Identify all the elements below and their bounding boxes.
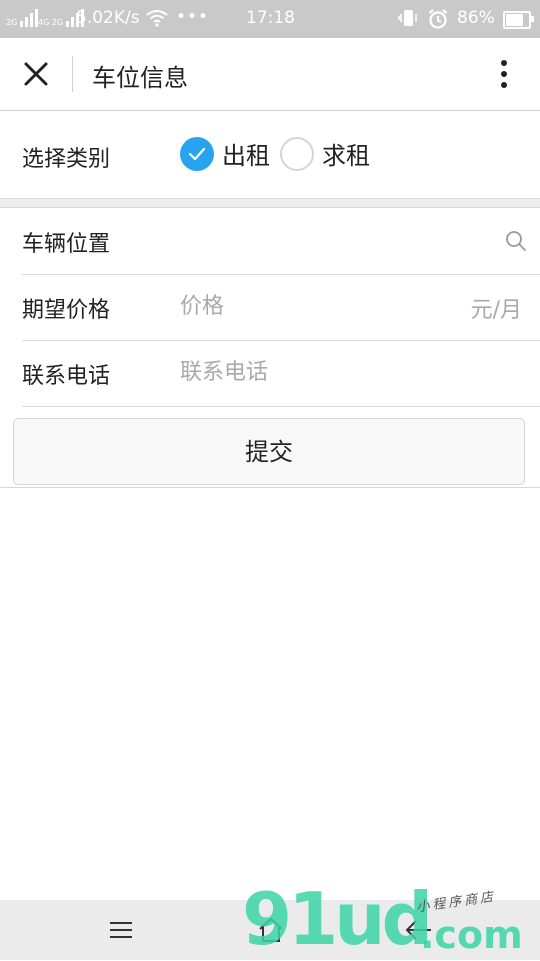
submit-button[interactable]: 提交 xyxy=(13,418,525,485)
radio-circle-checked[interactable] xyxy=(180,136,214,171)
battery-icon xyxy=(503,11,534,29)
watermark-domain: .com xyxy=(420,913,523,957)
content-bottom-divider xyxy=(0,487,540,488)
clock: 17:18 xyxy=(246,8,295,28)
battery-percent: 86% xyxy=(457,8,495,28)
price-input[interactable] xyxy=(180,288,440,324)
checkmark-icon xyxy=(188,147,206,160)
phone-row: 联系电话 xyxy=(22,340,540,407)
section-gap xyxy=(0,199,540,208)
menu-icon xyxy=(110,922,132,938)
navigation-bar: 车位信息 xyxy=(0,38,540,111)
radio-circle-unchecked[interactable] xyxy=(280,136,314,171)
watermark-logo: 91ud 小程序商店 .com xyxy=(242,879,540,960)
price-row: 期望价格 元/月 xyxy=(22,274,540,341)
location-row[interactable]: 车辆位置 xyxy=(22,208,540,275)
navbar-divider xyxy=(72,56,73,92)
more-notifications-icon: ••• xyxy=(176,7,210,27)
vibrate-icon xyxy=(398,8,418,33)
watermark-number: 91ud xyxy=(242,877,433,961)
close-icon xyxy=(24,62,48,86)
phone-input[interactable] xyxy=(180,354,440,390)
location-label: 车辆位置 xyxy=(22,232,111,257)
cell-signal-1-icon: 2G xyxy=(6,9,39,27)
category-section: 选择类别 出租 求租 xyxy=(0,111,540,199)
wifi-icon xyxy=(146,9,168,32)
radio-label-rent-out: 出租 xyxy=(222,142,270,170)
close-button[interactable] xyxy=(18,56,54,92)
more-vertical-icon xyxy=(501,60,507,88)
page-title: 车位信息 xyxy=(92,64,188,92)
location-search-button[interactable] xyxy=(504,229,528,257)
category-label: 选择类别 xyxy=(22,147,111,172)
sim1-label: 2G xyxy=(6,18,18,27)
menu-button[interactable] xyxy=(108,916,134,948)
network-speed: 5.02K/s xyxy=(76,8,140,28)
sim2-label: 4G 2G xyxy=(38,18,64,27)
radio-option-seek-rent[interactable]: 求租 xyxy=(280,136,370,171)
price-label: 期望价格 xyxy=(22,298,111,323)
status-bar: 2G 4G 2G 5.02K/s ••• 17:18 86% xyxy=(0,0,540,38)
alarm-icon xyxy=(427,8,449,35)
radio-label-seek-rent: 求租 xyxy=(322,142,370,170)
price-unit: 元/月 xyxy=(470,298,522,323)
phone-label: 联系电话 xyxy=(22,364,111,389)
radio-option-rent-out[interactable]: 出租 xyxy=(180,136,270,171)
search-icon xyxy=(506,231,526,251)
more-menu-button[interactable] xyxy=(490,56,518,92)
